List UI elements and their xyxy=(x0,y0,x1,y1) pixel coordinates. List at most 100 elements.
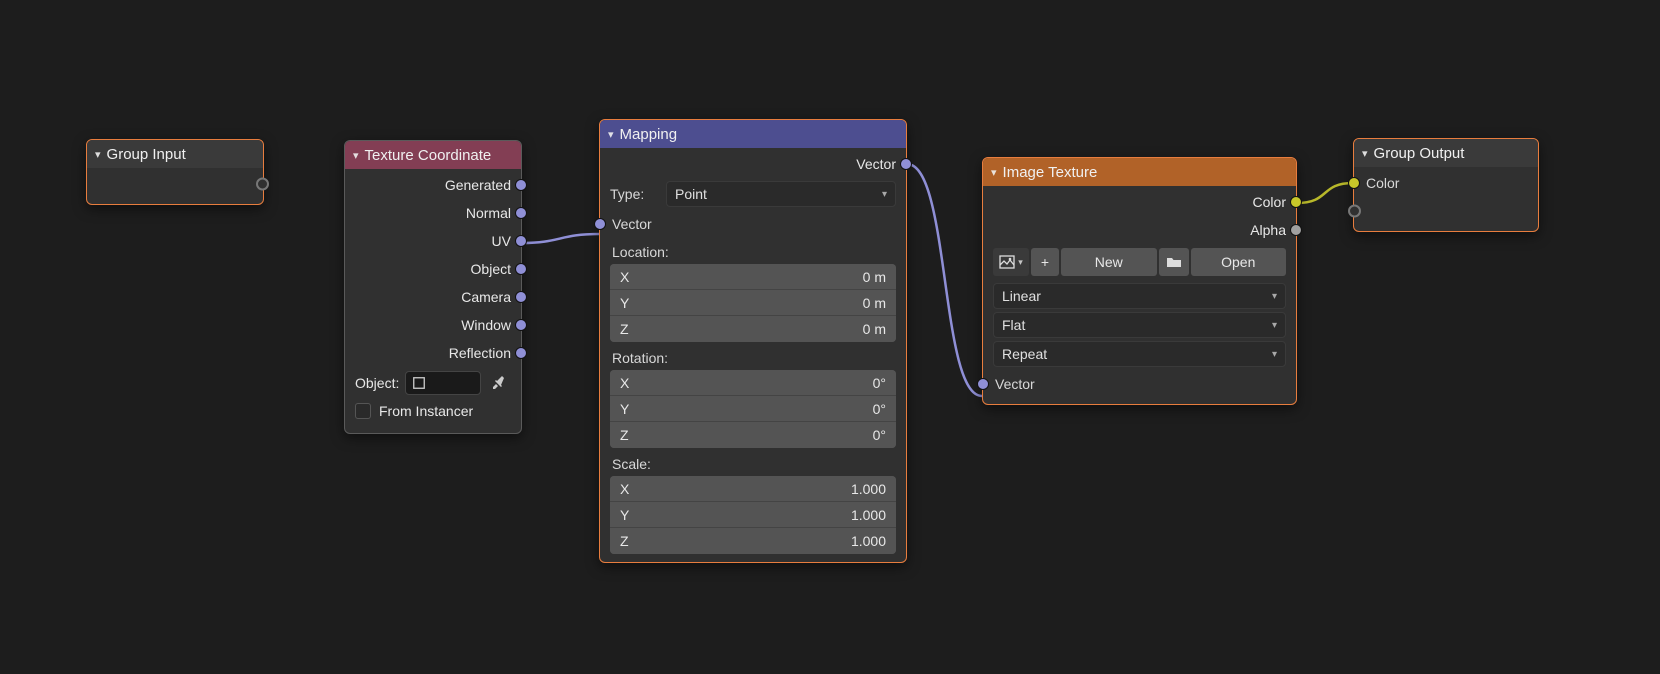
image-new-plus-button[interactable]: + xyxy=(1031,248,1059,276)
scale-group: X1.000 Y1.000 Z1.000 xyxy=(610,476,896,554)
node-header[interactable]: ▾ Texture Coordinate xyxy=(345,141,521,169)
input-color[interactable]: Color xyxy=(1354,169,1538,197)
chevron-down-icon: ▾ xyxy=(608,128,614,141)
output-camera[interactable]: Camera xyxy=(345,283,521,311)
eyedropper-button[interactable] xyxy=(487,371,511,395)
socket-out-icon[interactable] xyxy=(1290,224,1302,236)
output-object[interactable]: Object xyxy=(345,255,521,283)
checkbox-icon xyxy=(355,403,371,419)
chevron-down-icon: ▾ xyxy=(1272,320,1277,331)
socket-in-icon[interactable] xyxy=(594,218,606,230)
socket-label: Color xyxy=(1366,175,1399,191)
node-title: Image Texture xyxy=(1003,164,1098,181)
output-alpha[interactable]: Alpha xyxy=(983,216,1296,244)
output-color[interactable]: Color xyxy=(983,188,1296,216)
object-label: Object: xyxy=(355,375,399,391)
node-title: Texture Coordinate xyxy=(365,147,492,164)
location-y[interactable]: Y0 m xyxy=(610,290,896,316)
socket-label: Alpha xyxy=(1250,222,1286,238)
location-label: Location: xyxy=(600,238,906,262)
socket-out-icon[interactable] xyxy=(515,235,527,247)
image-open-folder-button[interactable] xyxy=(1159,248,1189,276)
socket-out-icon[interactable] xyxy=(515,207,527,219)
node-group-input[interactable]: ▾ Group Input xyxy=(86,139,264,205)
socket-out-icon[interactable] xyxy=(515,291,527,303)
output-normal[interactable]: Normal xyxy=(345,199,521,227)
scale-label: Scale: xyxy=(600,450,906,474)
type-select[interactable]: Point ▾ xyxy=(666,181,896,207)
socket-out-icon[interactable] xyxy=(1290,196,1302,208)
rotation-z[interactable]: Z0° xyxy=(610,422,896,448)
interpolation-select[interactable]: Linear ▾ xyxy=(993,283,1286,309)
extension-value: Repeat xyxy=(1002,346,1047,362)
image-icon xyxy=(999,255,1015,269)
socket-out-icon[interactable] xyxy=(515,347,527,359)
socket-out-icon[interactable] xyxy=(900,158,912,170)
socket-label: Vector xyxy=(995,376,1035,392)
node-header[interactable]: ▾ Group Input xyxy=(87,140,263,168)
output-reflection[interactable]: Reflection xyxy=(345,339,521,367)
socket-label: Window xyxy=(461,317,511,333)
scale-y[interactable]: Y1.000 xyxy=(610,502,896,528)
node-image-texture[interactable]: ▾ Image Texture Color Alpha ▾ + xyxy=(982,157,1297,405)
extension-select[interactable]: Repeat ▾ xyxy=(993,341,1286,367)
node-header[interactable]: ▾ Image Texture xyxy=(983,158,1296,186)
node-title: Group Input xyxy=(107,146,186,163)
object-picker[interactable] xyxy=(405,371,481,395)
socket-label: Object xyxy=(471,261,511,277)
socket-out-icon[interactable] xyxy=(515,263,527,275)
node-group-output[interactable]: ▾ Group Output Color xyxy=(1353,138,1539,232)
output-uv[interactable]: UV xyxy=(345,227,521,255)
rotation-label: Rotation: xyxy=(600,344,906,368)
socket-label: Normal xyxy=(466,205,511,221)
socket-label: UV xyxy=(492,233,511,249)
output-window[interactable]: Window xyxy=(345,311,521,339)
scale-z[interactable]: Z1.000 xyxy=(610,528,896,554)
image-new-button[interactable]: New xyxy=(1061,248,1157,276)
output-vector[interactable]: Vector xyxy=(600,150,906,178)
eyedropper-icon xyxy=(491,375,507,391)
socket-label: Generated xyxy=(445,177,511,193)
chevron-down-icon: ▾ xyxy=(353,149,359,162)
socket-label: Vector xyxy=(612,216,652,232)
chevron-down-icon: ▾ xyxy=(95,148,101,161)
chevron-down-icon: ▾ xyxy=(1272,349,1277,360)
output-generated[interactable]: Generated xyxy=(345,171,521,199)
chevron-down-icon: ▾ xyxy=(1018,257,1023,268)
location-z[interactable]: Z0 m xyxy=(610,316,896,342)
rotation-y[interactable]: Y0° xyxy=(610,396,896,422)
projection-value: Flat xyxy=(1002,317,1025,333)
projection-select[interactable]: Flat ▾ xyxy=(993,312,1286,338)
node-mapping[interactable]: ▾ Mapping Vector Type: Point ▾ Vector Lo… xyxy=(599,119,907,563)
socket-label: Vector xyxy=(856,156,896,172)
image-open-button[interactable]: Open xyxy=(1191,248,1287,276)
chevron-down-icon: ▾ xyxy=(991,166,997,179)
scale-x[interactable]: X1.000 xyxy=(610,476,896,502)
socket-out-icon[interactable] xyxy=(515,319,527,331)
chevron-down-icon: ▾ xyxy=(882,189,887,200)
input-vector[interactable]: Vector xyxy=(983,370,1296,398)
node-texture-coordinate[interactable]: ▾ Texture Coordinate Generated Normal UV… xyxy=(344,140,522,434)
input-vector[interactable]: Vector xyxy=(600,210,906,238)
new-label: New xyxy=(1095,254,1123,270)
from-instancer-checkbox[interactable]: From Instancer xyxy=(345,399,521,427)
rotation-group: X0° Y0° Z0° xyxy=(610,370,896,448)
socket-out-icon[interactable] xyxy=(515,179,527,191)
node-header[interactable]: ▾ Mapping xyxy=(600,120,906,148)
rotation-x[interactable]: X0° xyxy=(610,370,896,396)
folder-icon xyxy=(1166,255,1182,269)
socket-in-icon[interactable] xyxy=(977,378,989,390)
input-virtual[interactable] xyxy=(1354,197,1538,225)
chevron-down-icon: ▾ xyxy=(1362,147,1368,160)
socket-out-icon[interactable] xyxy=(256,178,269,191)
image-browse-button[interactable]: ▾ xyxy=(993,248,1029,276)
location-x[interactable]: X0 m xyxy=(610,264,896,290)
output-socket-virtual[interactable] xyxy=(87,170,263,198)
socket-in-icon[interactable] xyxy=(1348,177,1360,189)
type-value: Point xyxy=(675,186,707,202)
plus-icon: + xyxy=(1041,254,1049,270)
open-label: Open xyxy=(1221,254,1255,270)
node-header[interactable]: ▾ Group Output xyxy=(1354,139,1538,167)
socket-in-icon[interactable] xyxy=(1348,205,1361,218)
node-title: Group Output xyxy=(1374,145,1465,162)
